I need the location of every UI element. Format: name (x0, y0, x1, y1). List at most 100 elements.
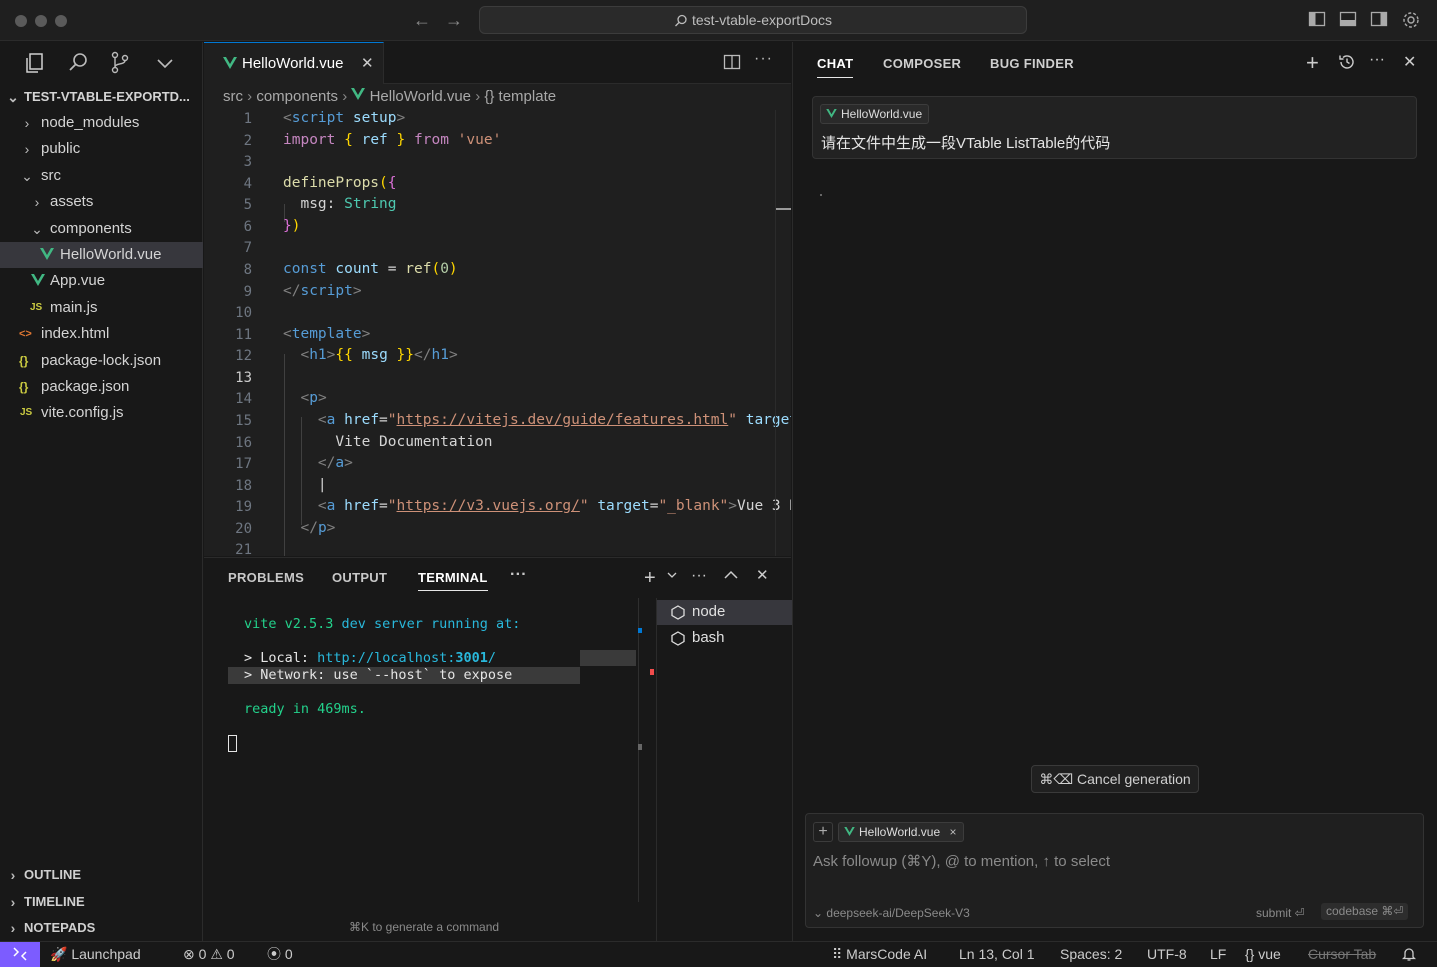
tab-helloworld-vue[interactable]: HelloWorld.vue ✕ (204, 42, 384, 84)
chat-more-icon[interactable]: ··· (1369, 51, 1385, 69)
cancel-generation-button[interactable]: ⌘⌫ Cancel generation (1031, 765, 1199, 793)
submit-button[interactable]: submit ⏎ (1256, 906, 1305, 920)
new-terminal-plus-icon[interactable]: + (644, 567, 656, 590)
vue-file-icon (31, 274, 45, 286)
ports-indicator[interactable]: ⦿ 0 (267, 942, 293, 967)
new-chat-plus-icon[interactable]: + (1306, 50, 1319, 76)
scroll-marker (650, 669, 654, 675)
toggle-panel-icon[interactable] (1339, 10, 1359, 30)
tree-item-label: package-lock.json (41, 352, 162, 369)
notepads-section[interactable]: › NOTEPADS (0, 915, 203, 941)
terminal-more-icon[interactable]: ··· (691, 567, 707, 585)
source-control-icon[interactable] (107, 50, 133, 76)
back-arrow-icon[interactable]: ← (410, 8, 434, 32)
outline-section[interactable]: › OUTLINE (0, 862, 203, 888)
breadcrumb-item[interactable]: src (223, 88, 243, 105)
breadcrumb-item[interactable]: {} template (484, 88, 556, 105)
more-actions-icon[interactable]: ··· (754, 50, 773, 68)
maximize-panel-icon[interactable] (724, 570, 738, 580)
remote-indicator-icon[interactable] (0, 942, 40, 967)
toggle-primary-sidebar-icon[interactable] (1308, 10, 1328, 30)
chevron-down-icon: ⌄ (31, 221, 43, 237)
indentation-setting[interactable]: Spaces: 2 (1060, 942, 1122, 967)
chat-input-box[interactable]: + HelloWorld.vue × Ask followup (⌘Y), @ … (805, 813, 1424, 928)
tree-item-helloworld-vue[interactable]: HelloWorld.vue (0, 242, 203, 268)
add-context-plus-icon[interactable]: + (813, 822, 833, 842)
explorer-root-folder[interactable]: ⌄ TEST-VTABLE-EXPORTD... (0, 84, 203, 110)
command-center-text: test-vtable-exportDocs (691, 12, 833, 28)
terminal-session-bash[interactable]: bash (657, 626, 792, 651)
encoding-setting[interactable]: UTF-8 (1147, 942, 1187, 967)
tree-item-index-html[interactable]: <> index.html (0, 321, 203, 347)
cursor-tab-toggle[interactable]: Cursor Tab (1308, 942, 1376, 967)
toggle-secondary-sidebar-icon[interactable] (1370, 10, 1390, 30)
tree-item-src[interactable]: ⌄ src (0, 163, 203, 189)
chevron-down-icon: ⌄ (21, 168, 33, 184)
input-context-file-chip[interactable]: HelloWorld.vue × (838, 822, 964, 842)
search-icon[interactable] (65, 50, 91, 76)
terminal-session-node[interactable]: node (657, 600, 792, 625)
marscode-icon: ⠿ (832, 946, 843, 962)
terminal-output[interactable]: vite v2.5.3 dev server running at: > Loc… (228, 598, 638, 942)
code-editor[interactable]: src › components › HelloWorld.vue › {} t… (204, 84, 791, 556)
explorer-files-icon[interactable] (22, 50, 48, 76)
editor-tab-bar: HelloWorld.vue ✕ ··· (204, 42, 791, 84)
chevron-down-icon[interactable] (667, 570, 677, 580)
terminal-scrollbar[interactable] (638, 598, 639, 902)
tree-item-components[interactable]: ⌄ components (0, 216, 203, 242)
tree-item-vite-config-js[interactable]: JS vite.config.js (0, 400, 203, 426)
breadcrumb-item[interactable]: components (256, 88, 338, 105)
minimap-slider[interactable] (776, 208, 791, 210)
model-selector[interactable]: ⌄ deepseek-ai/DeepSeek-V3 (813, 906, 970, 920)
line-number: 3 (243, 154, 252, 170)
bell-icon[interactable] (1402, 942, 1416, 967)
tree-item-assets[interactable]: › assets (0, 189, 203, 215)
breadcrumb-item[interactable]: HelloWorld.vue (370, 88, 471, 105)
eol-setting[interactable]: LF (1210, 942, 1226, 967)
chevron-down-icon[interactable] (152, 50, 178, 76)
close-icon[interactable]: × (950, 825, 957, 839)
language-mode[interactable]: {} vue (1245, 942, 1281, 967)
window-close-button[interactable] (15, 15, 27, 27)
tab-problems[interactable]: PROBLEMS (228, 570, 304, 585)
forward-arrow-icon[interactable]: → (442, 8, 466, 32)
error-icon: ⊗ (183, 946, 195, 962)
history-icon[interactable] (1338, 53, 1356, 71)
tree-item-package-lock-json[interactable]: {} package-lock.json (0, 348, 203, 374)
codebase-button[interactable]: codebase ⌘⏎ (1321, 903, 1409, 920)
section-label: OUTLINE (24, 867, 82, 882)
code-line: Vite Documentation (335, 434, 493, 450)
window-zoom-button[interactable] (55, 15, 67, 27)
tree-item-node-modules[interactable]: › node_modules (0, 110, 203, 136)
marscode-item[interactable]: ⠿ MarsCode AI (832, 942, 927, 967)
launchpad-item[interactable]: 🚀 Launchpad (50, 942, 141, 967)
tab-bug-finder[interactable]: BUG FINDER (990, 56, 1074, 71)
panel-more-icon[interactable]: ··· (510, 566, 527, 584)
user-message-bubble[interactable]: HelloWorld.vue 请在文件中生成一段VTable ListTable… (812, 96, 1417, 159)
context-file-chip[interactable]: HelloWorld.vue (820, 104, 930, 124)
close-icon[interactable]: ✕ (361, 54, 374, 72)
window-minimize-button[interactable] (35, 15, 47, 27)
cursor-position[interactable]: Ln 13, Col 1 (959, 942, 1035, 967)
close-panel-icon[interactable]: ✕ (756, 566, 769, 584)
tree-item-package-json[interactable]: {} package.json (0, 374, 203, 400)
command-center-search[interactable]: test-vtable-exportDocs (479, 6, 1027, 34)
close-chat-icon[interactable]: ✕ (1403, 52, 1416, 72)
line-number: 9 (243, 284, 252, 300)
tab-terminal[interactable]: TERMINAL (418, 570, 488, 591)
tree-item-public[interactable]: › public (0, 136, 203, 162)
user-message-text: 请在文件中生成一段VTable ListTable的代码 (821, 135, 1111, 152)
problems-indicator[interactable]: ⊗ 0 ⚠ 0 (183, 942, 235, 967)
tree-item-app-vue[interactable]: App.vue (0, 268, 203, 294)
tab-output[interactable]: OUTPUT (332, 570, 387, 585)
tree-item-main-js[interactable]: JS main.js (0, 295, 203, 321)
search-icon (674, 14, 688, 28)
split-editor-icon[interactable] (723, 53, 741, 71)
tab-chat[interactable]: CHAT (817, 56, 854, 78)
line-number: 14 (235, 391, 252, 407)
tab-composer[interactable]: COMPOSER (883, 56, 961, 71)
chip-label: HelloWorld.vue (841, 107, 923, 121)
timeline-section[interactable]: › TIMELINE (0, 889, 203, 915)
settings-gear-icon[interactable] (1401, 10, 1421, 30)
tree-item-label: index.html (41, 325, 110, 342)
